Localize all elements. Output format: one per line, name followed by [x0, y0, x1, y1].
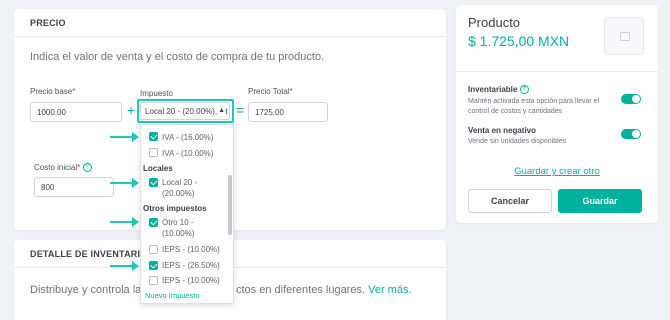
- costo-inicial-label: Costo inicial* ?: [34, 163, 92, 173]
- arrow-iva-16: [110, 132, 139, 142]
- precio-section-title: PRECIO: [14, 9, 446, 37]
- impuesto-select[interactable]: Local 20 - (20.00%), Ot ▲: [140, 102, 230, 120]
- checkbox-ieps-10b[interactable]: [149, 276, 158, 285]
- equals-sign: =: [236, 102, 245, 118]
- option-local-20-line1[interactable]: Local 20 -: [162, 177, 197, 188]
- checkbox-ieps-26[interactable]: [149, 261, 158, 270]
- guardar-crear-otro-link[interactable]: Guardar y crear otro: [456, 166, 658, 177]
- arrow-otro-10: [110, 217, 139, 227]
- checkbox-ieps-10[interactable]: [149, 245, 158, 254]
- checkbox-iva-10[interactable]: [149, 148, 158, 157]
- checkbox-iva-16[interactable]: [149, 132, 158, 141]
- inventariable-description: Mantén activada esta opción para llevar …: [468, 98, 600, 115]
- option-ieps-26[interactable]: IEPS - (26.50%): [162, 260, 220, 271]
- nuevo-impuesto-link[interactable]: Nuevo Impuesto: [145, 291, 200, 300]
- option-ieps-10b[interactable]: IEPS - (10.00%): [162, 275, 220, 286]
- group-locales: Locales: [143, 164, 173, 173]
- option-otro-10-line1[interactable]: Otro 10 -: [162, 217, 194, 228]
- impuesto-label: Impuesto: [140, 89, 173, 98]
- precio-base-input[interactable]: 1000.00: [30, 102, 122, 122]
- product-image-placeholder[interactable]: [604, 17, 644, 55]
- inventario-description: ctos en diferentes lugares. Ver más.: [236, 284, 412, 296]
- arrow-ieps-26: [110, 261, 139, 271]
- help-icon[interactable]: ?: [519, 85, 529, 95]
- cancel-button[interactable]: Cancelar: [468, 189, 552, 213]
- producto-title: Producto: [468, 15, 521, 30]
- arrow-local-20: [110, 178, 139, 188]
- ver-mas-link[interactable]: Ver más.: [368, 284, 411, 296]
- divider: [456, 71, 658, 72]
- inventariable-title: Inventariable ?: [468, 85, 529, 95]
- plus-sign: +: [127, 102, 136, 118]
- help-icon[interactable]: ?: [82, 163, 92, 173]
- checkbox-otro-10[interactable]: [149, 218, 158, 227]
- dropdown-scrollbar[interactable]: [228, 175, 232, 235]
- precio-total-label: Precio Total*: [248, 87, 293, 96]
- costo-inicial-input[interactable]: 800: [34, 177, 114, 197]
- precio-description: Indica el valor de venta y el costo de c…: [30, 51, 325, 63]
- image-icon: [620, 32, 630, 41]
- group-otros: Otros impuestos: [143, 204, 207, 213]
- option-local-20-line2[interactable]: (20.00%): [162, 188, 194, 199]
- venta-negativo-title: Venta en negativo: [468, 126, 537, 135]
- producto-card: Producto $ 1.725,00 MXN Inventariable ? …: [456, 5, 658, 223]
- caret-up-icon: ▲: [218, 107, 225, 114]
- save-button[interactable]: Guardar: [558, 189, 642, 213]
- option-ieps-10[interactable]: IEPS - (10.00%): [162, 244, 220, 255]
- checkbox-local-20[interactable]: [149, 178, 158, 187]
- precio-total-input[interactable]: 1725.00: [248, 102, 328, 122]
- impuesto-dropdown: IVA - (16.00%) IVA - (10.00%) Locales Lo…: [140, 124, 234, 304]
- option-otro-10-line2[interactable]: (10.00%): [162, 228, 194, 239]
- option-iva-10[interactable]: IVA - (10.00%): [162, 148, 213, 159]
- inventariable-toggle[interactable]: [621, 94, 641, 104]
- precio-base-label: Precio base*: [30, 87, 76, 96]
- venta-negativo-description: Vende sin unidades disponibles: [468, 138, 567, 145]
- option-iva-16[interactable]: IVA - (16.00%): [162, 132, 213, 143]
- venta-negativo-toggle[interactable]: [621, 129, 641, 139]
- producto-price: $ 1.725,00 MXN: [468, 33, 570, 49]
